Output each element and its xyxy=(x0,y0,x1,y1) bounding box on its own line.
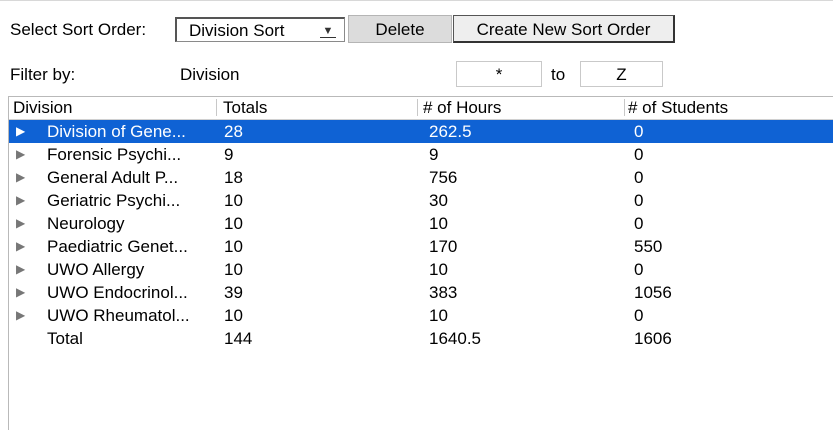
filter-to-input[interactable]: Z xyxy=(580,61,663,87)
totals-cell: 10 xyxy=(224,237,243,256)
column-header-hours[interactable]: # of Hours xyxy=(423,97,501,118)
hours-cell: 10 xyxy=(429,306,448,325)
column-header-students[interactable]: # of Students xyxy=(628,97,728,118)
expand-triangle-icon[interactable]: ▶ xyxy=(16,120,25,143)
totals-cell: 18 xyxy=(224,168,243,187)
sort-order-label: Select Sort Order: xyxy=(10,20,147,39)
students-cell: 0 xyxy=(634,306,644,325)
column-divider[interactable] xyxy=(216,99,217,116)
totals-cell: 9 xyxy=(224,145,234,164)
expand-triangle-icon[interactable]: ▶ xyxy=(16,258,25,281)
filter-to-label: to xyxy=(551,65,566,84)
totals-cell: 10 xyxy=(224,306,243,325)
hours-cell: 262.5 xyxy=(429,122,472,141)
totals-cell: 144 xyxy=(224,329,253,348)
expand-triangle-icon[interactable]: ▶ xyxy=(16,304,25,327)
students-cell: 1606 xyxy=(634,329,672,348)
division-cell: Division of Gene... xyxy=(47,122,186,141)
students-cell: 0 xyxy=(634,145,644,164)
students-cell: 0 xyxy=(634,168,644,187)
delete-button[interactable]: Delete xyxy=(348,15,452,43)
division-cell: UWO Endocrinol... xyxy=(47,283,188,302)
filter-from-input[interactable]: * xyxy=(456,61,542,87)
expand-triangle-icon[interactable]: ▶ xyxy=(16,281,25,304)
students-cell: 0 xyxy=(634,122,644,141)
table-row[interactable]: ▶ Forensic Psychi... 9 9 0 xyxy=(9,143,833,166)
total-row: Total 144 1640.5 1606 xyxy=(9,327,833,350)
filter-field: Division xyxy=(180,65,240,84)
hours-cell: 10 xyxy=(429,260,448,279)
column-header-totals[interactable]: Totals xyxy=(223,97,267,118)
expand-triangle-icon[interactable]: ▶ xyxy=(16,189,25,212)
expand-triangle-icon[interactable]: ▶ xyxy=(16,143,25,166)
students-cell: 1056 xyxy=(634,283,672,302)
hours-cell: 383 xyxy=(429,283,458,302)
table-row[interactable]: ▶ Neurology 10 10 0 xyxy=(9,212,833,235)
division-cell: UWO Rheumatol... xyxy=(47,306,190,325)
column-header-division[interactable]: Division xyxy=(13,97,73,118)
sort-order-value: Division Sort xyxy=(189,21,285,40)
sort-order-select[interactable]: Division Sort ▼ xyxy=(175,17,345,42)
division-cell: Geriatric Psychi... xyxy=(47,191,181,210)
hours-cell: 9 xyxy=(429,145,439,164)
totals-cell: 10 xyxy=(224,260,243,279)
top-divider xyxy=(0,0,833,1)
create-sort-order-button[interactable]: Create New Sort Order xyxy=(453,15,675,43)
totals-cell: 28 xyxy=(224,122,243,141)
divisions-table[interactable]: Division Totals # of Hours # of Students… xyxy=(8,96,833,430)
table-row[interactable]: ▶ Geriatric Psychi... 10 30 0 xyxy=(9,189,833,212)
column-divider[interactable] xyxy=(624,99,625,116)
expand-triangle-icon[interactable]: ▶ xyxy=(16,166,25,189)
filter-label: Filter by: xyxy=(10,65,76,84)
column-divider[interactable] xyxy=(417,99,418,116)
division-cell: Neurology xyxy=(47,214,125,233)
totals-cell: 10 xyxy=(224,214,243,233)
division-cell: Forensic Psychi... xyxy=(47,145,182,164)
expand-triangle-icon[interactable]: ▶ xyxy=(16,212,25,235)
dropdown-arrow-icon[interactable]: ▼ xyxy=(320,23,336,38)
table-row[interactable]: ▶ UWO Allergy 10 10 0 xyxy=(9,258,833,281)
expand-triangle-icon[interactable]: ▶ xyxy=(16,235,25,258)
hours-cell: 170 xyxy=(429,237,458,256)
hours-cell: 30 xyxy=(429,191,448,210)
table-row[interactable]: ▶ General Adult P... 18 756 0 xyxy=(9,166,833,189)
hours-cell: 10 xyxy=(429,214,448,233)
division-cell: General Adult P... xyxy=(47,168,179,187)
students-cell: 0 xyxy=(634,214,644,233)
table-row[interactable]: ▶ UWO Rheumatol... 10 10 0 xyxy=(9,304,833,327)
hours-cell: 1640.5 xyxy=(429,329,481,348)
table-row[interactable]: ▶ Paediatric Genet... 10 170 550 xyxy=(9,235,833,258)
table-row[interactable]: ▶ UWO Endocrinol... 39 383 1056 xyxy=(9,281,833,304)
table-row[interactable]: ▶ Division of Gene... 28 262.5 0 xyxy=(9,120,833,143)
division-cell: Paediatric Genet... xyxy=(47,237,188,256)
students-cell: 0 xyxy=(634,191,644,210)
students-cell: 0 xyxy=(634,260,644,279)
division-cell: Total xyxy=(47,329,83,348)
students-cell: 550 xyxy=(634,237,663,256)
totals-cell: 10 xyxy=(224,191,243,210)
hours-cell: 756 xyxy=(429,168,458,187)
table-header: Division Totals # of Hours # of Students xyxy=(9,97,833,120)
division-cell: UWO Allergy xyxy=(47,260,145,279)
totals-cell: 39 xyxy=(224,283,243,302)
